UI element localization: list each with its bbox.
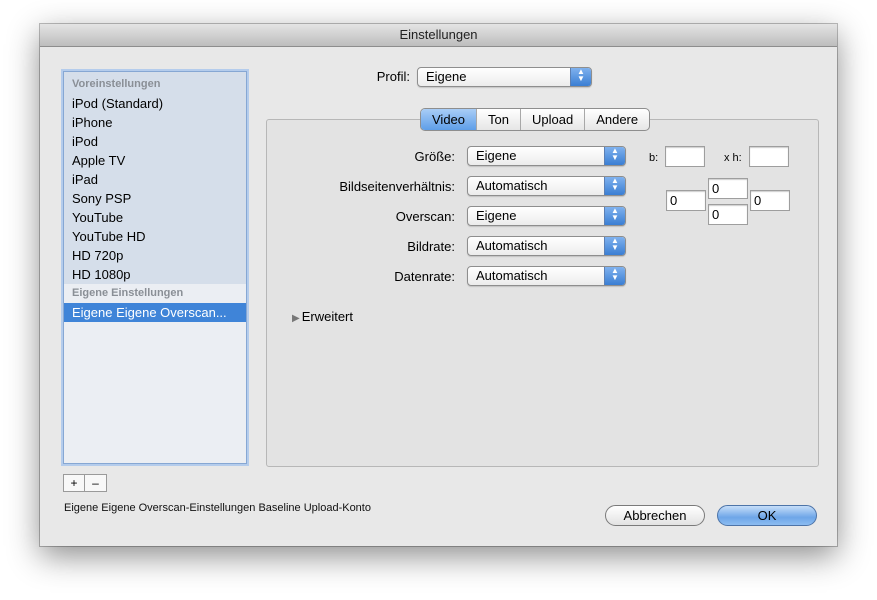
status-text: Eigene Eigene Overscan-Einstellungen Bas… <box>64 502 371 514</box>
width-label: b: <box>649 152 659 164</box>
custom-item-selected[interactable]: Eigene Eigene Overscan... <box>64 303 246 322</box>
add-remove-buttons: + – <box>63 474 107 492</box>
preset-item[interactable]: HD 1080p <box>64 265 246 284</box>
preset-list[interactable]: Voreinstellungen iPod (Standard) iPhone … <box>63 71 247 464</box>
profile-label: Profil: <box>376 69 410 84</box>
height-label: x h: <box>724 152 742 164</box>
window-title: Einstellungen <box>40 24 837 47</box>
cancel-button[interactable]: Abbrechen <box>605 505 705 526</box>
width-field[interactable] <box>665 146 705 167</box>
add-button[interactable]: + <box>63 474 85 492</box>
preset-group: Voreinstellungen iPod (Standard) iPhone … <box>64 72 246 284</box>
disclosure-triangle-icon: ▶ <box>292 313 300 324</box>
size-label: Größe: <box>414 149 455 164</box>
preset-item[interactable]: iPod (Standard) <box>64 94 246 113</box>
advanced-disclosure[interactable]: ▶ Erweitert <box>292 309 353 324</box>
popup-arrows-icon: ▲ ▼ <box>570 68 591 86</box>
overscan-label: Overscan: <box>395 209 455 224</box>
overscan-right-field[interactable]: 0 <box>750 190 790 211</box>
aspect-label: Bildseitenverhältnis: <box>339 179 455 194</box>
tab-bar: Video Ton Upload Andere <box>420 108 651 131</box>
overscan-top-field[interactable]: 0 <box>708 178 748 199</box>
popup-arrows-icon: ▲ ▼ <box>604 267 625 285</box>
preset-item[interactable]: YouTube <box>64 208 246 227</box>
preset-item[interactable]: Apple TV <box>64 151 246 170</box>
tab-video[interactable]: Video <box>421 109 477 130</box>
datarate-popup[interactable]: Automatisch ▲ ▼ <box>467 266 626 286</box>
custom-header: Eigene Einstellungen <box>64 284 246 303</box>
preset-item[interactable]: iPod <box>64 132 246 151</box>
popup-arrows-icon: ▲ ▼ <box>604 147 625 165</box>
aspect-value: Automatisch <box>476 178 548 193</box>
popup-arrows-icon: ▲ ▼ <box>604 207 625 225</box>
ok-button[interactable]: OK <box>717 505 817 526</box>
framerate-label: Bildrate: <box>407 239 455 254</box>
preset-item[interactable]: iPhone <box>64 113 246 132</box>
framerate-popup[interactable]: Automatisch ▲ ▼ <box>467 236 626 256</box>
profile-value: Eigene <box>426 69 467 84</box>
tab-panel <box>266 119 819 467</box>
overscan-popup[interactable]: Eigene ▲ ▼ <box>467 206 626 226</box>
aspect-popup[interactable]: Automatisch ▲ ▼ <box>467 176 626 196</box>
size-popup[interactable]: Eigene ▲ ▼ <box>467 146 626 166</box>
preset-item[interactable]: YouTube HD <box>64 227 246 246</box>
presets-header: Voreinstellungen <box>72 78 161 90</box>
preset-item[interactable]: iPad <box>64 170 246 189</box>
popup-arrows-icon: ▲ ▼ <box>604 177 625 195</box>
overscan-value: Eigene <box>476 208 517 223</box>
tab-ton[interactable]: Ton <box>476 109 520 130</box>
popup-arrows-icon: ▲ ▼ <box>604 237 625 255</box>
advanced-label: Erweitert <box>301 309 353 324</box>
preset-item[interactable]: HD 720p <box>64 246 246 265</box>
remove-button[interactable]: – <box>85 474 107 492</box>
size-value: Eigene <box>476 148 517 163</box>
profile-popup[interactable]: Eigene ▲ ▼ <box>417 67 592 87</box>
framerate-value: Automatisch <box>476 238 548 253</box>
height-field[interactable] <box>749 146 789 167</box>
tab-upload[interactable]: Upload <box>519 109 584 130</box>
datarate-label: Datenrate: <box>394 269 455 284</box>
settings-window: Einstellungen Voreinstellungen iPod (Sta… <box>40 24 837 546</box>
preset-item[interactable]: Sony PSP <box>64 189 246 208</box>
overscan-bottom-field[interactable]: 0 <box>708 204 748 225</box>
datarate-value: Automatisch <box>476 268 548 283</box>
tab-andere[interactable]: Andere <box>584 109 649 130</box>
overscan-left-field[interactable]: 0 <box>666 190 706 211</box>
